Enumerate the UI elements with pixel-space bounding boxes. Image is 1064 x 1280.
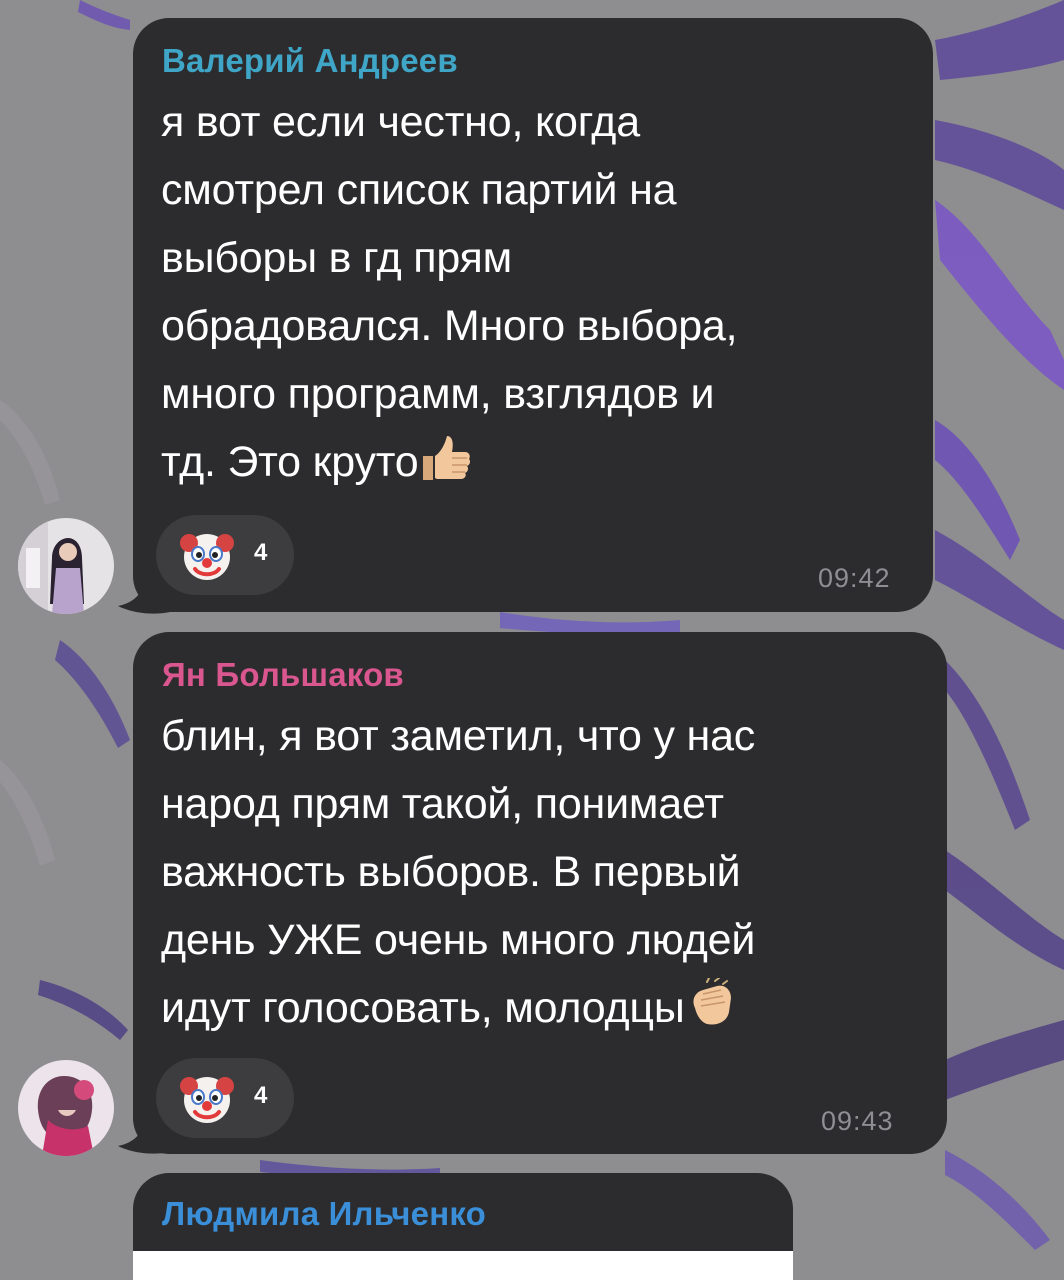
media-preview[interactable]: [133, 1251, 793, 1280]
message: Людмила Ильченко: [0, 0, 1064, 1280]
sender-name[interactable]: Людмила Ильченко: [162, 1195, 486, 1233]
message-bubble[interactable]: Людмила Ильченко: [133, 1173, 793, 1280]
